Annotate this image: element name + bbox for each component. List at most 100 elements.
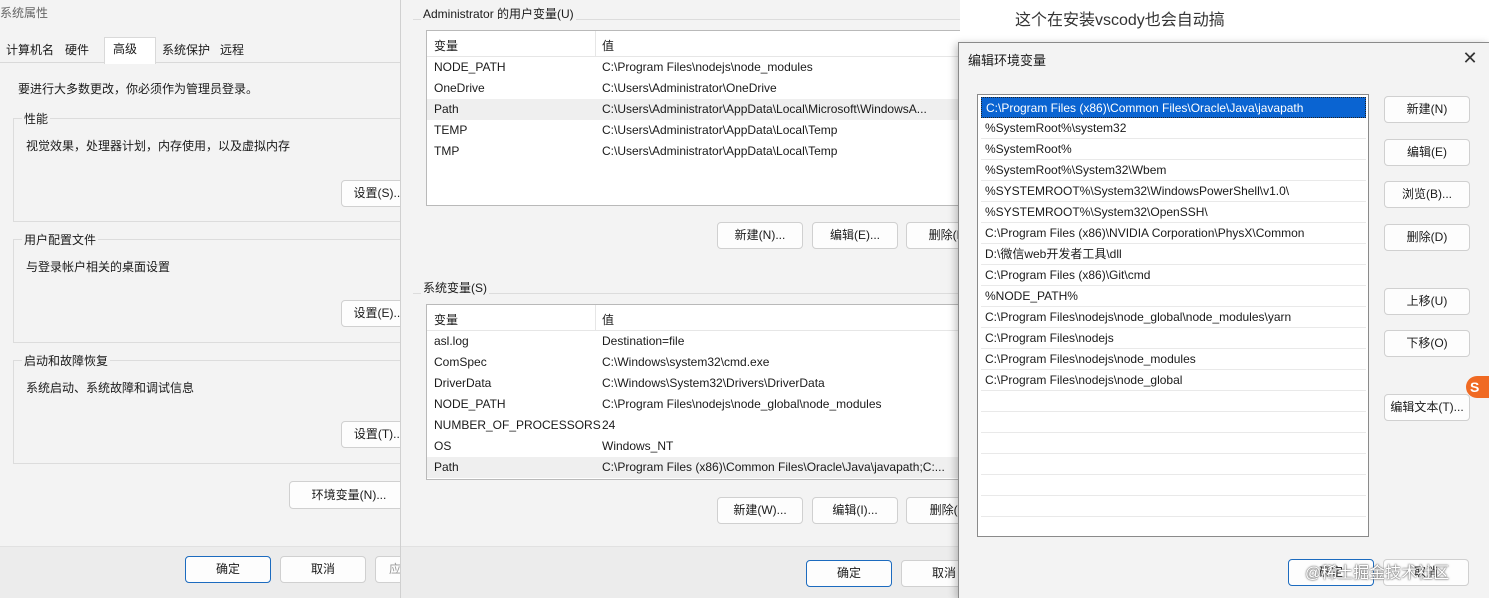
user-profiles-settings-button[interactable]: 设置(E)... bbox=[341, 300, 400, 327]
variable-value: C:\Users\Administrator\OneDrive bbox=[602, 81, 777, 95]
dialog-title: 编辑环境变量 bbox=[968, 53, 1047, 68]
list-item[interactable]: C:\Program Files\nodejs\node_global\node… bbox=[981, 307, 1366, 328]
variable-value: 24 bbox=[602, 418, 616, 432]
window-title: 系统属性 bbox=[0, 6, 49, 20]
table-row[interactable]: ComSpec C:\Windows\system32\cmd.exe bbox=[427, 352, 960, 373]
table-row[interactable]: OneDrive C:\Users\Administrator\OneDrive bbox=[427, 78, 960, 99]
delete-path-button[interactable]: 删除(D) bbox=[1384, 224, 1470, 251]
list-item[interactable]: %SystemRoot% bbox=[981, 139, 1366, 160]
performance-label: 性能 bbox=[22, 110, 51, 127]
variable-name: NODE_PATH bbox=[434, 397, 506, 411]
column-separator bbox=[595, 31, 596, 57]
apply-button[interactable]: 应 bbox=[375, 556, 400, 583]
list-item[interactable]: %NODE_PATH% bbox=[981, 286, 1366, 307]
list-item[interactable]: C:\Program Files\nodejs\node_modules bbox=[981, 349, 1366, 370]
column-variable[interactable]: 变量 bbox=[434, 311, 458, 328]
system-properties-window: 系统属性 计算机名 硬件 高级 系统保护 远程 要进行大多数更改，你必须作为管理… bbox=[0, 0, 400, 598]
variable-value: C:\Users\Administrator\AppData\Local\Mic… bbox=[602, 102, 927, 116]
user-new-button[interactable]: 新建(N)... bbox=[717, 222, 803, 249]
system-edit-button[interactable]: 编辑(I)... bbox=[812, 497, 898, 524]
variable-name: NODE_PATH bbox=[434, 60, 506, 74]
browse-button[interactable]: 浏览(B)... bbox=[1384, 181, 1470, 208]
variable-name: Path bbox=[434, 460, 459, 474]
list-item[interactable]: C:\Program Files\nodejs bbox=[981, 328, 1366, 349]
edit-path-button[interactable]: 编辑(E) bbox=[1384, 139, 1470, 166]
performance-settings-button[interactable]: 设置(S)... bbox=[341, 180, 400, 207]
table-row[interactable]: TEMP C:\Users\Administrator\AppData\Local… bbox=[427, 120, 960, 141]
path-list[interactable]: C:\Program Files (x86)\Common Files\Orac… bbox=[977, 94, 1369, 537]
tab-computer-name[interactable]: 计算机名 bbox=[2, 39, 58, 63]
list-item[interactable]: %SystemRoot%\system32 bbox=[981, 118, 1366, 139]
list-item[interactable]: %SYSTEMROOT%\System32\OpenSSH\ bbox=[981, 202, 1366, 223]
startup-recovery-settings-button[interactable]: 设置(T)... bbox=[341, 421, 400, 448]
startup-recovery-label: 启动和故障恢复 bbox=[22, 352, 111, 369]
column-separator bbox=[595, 305, 596, 331]
variable-name: asl.log bbox=[434, 334, 469, 348]
variable-value: Destination=file bbox=[602, 334, 685, 348]
variable-value: C:\Program Files\nodejs\node_modules bbox=[602, 60, 813, 74]
column-variable[interactable]: 变量 bbox=[434, 37, 458, 54]
system-variables-list[interactable]: 变量 值 asl.log Destination=file ComSpec C:\W… bbox=[426, 304, 960, 480]
startup-recovery-desc: 系统启动、系统故障和调试信息 bbox=[26, 381, 195, 395]
list-item[interactable]: C:\Program Files (x86)\Common Files\Orac… bbox=[981, 97, 1366, 118]
admin-note: 要进行大多数更改，你必须作为管理员登录。 bbox=[18, 82, 259, 96]
variable-name: ComSpec bbox=[434, 355, 487, 369]
table-row[interactable]: asl.log Destination=file bbox=[427, 331, 960, 352]
new-path-button[interactable]: 新建(N) bbox=[1384, 96, 1470, 123]
edit-text-button[interactable]: 编辑文本(T)... bbox=[1384, 394, 1470, 421]
table-row[interactable]: NUMBER_OF_PROCESSORS 24 bbox=[427, 415, 960, 436]
list-item[interactable]: C:\Program Files\nodejs\node_global bbox=[981, 370, 1366, 391]
list-item[interactable]: C:\Program Files (x86)\NVIDIA Corporatio… bbox=[981, 223, 1366, 244]
tab-hardware[interactable]: 硬件 bbox=[61, 39, 93, 63]
user-edit-button[interactable]: 编辑(E)... bbox=[812, 222, 898, 249]
table-row[interactable]: NODE_PATH C:\Program Files\nodejs\node_gl… bbox=[427, 394, 960, 415]
empty-list-row bbox=[981, 391, 1366, 412]
variable-name: Path bbox=[434, 102, 459, 116]
variable-name: TEMP bbox=[434, 123, 468, 137]
table-row[interactable]: OS Windows_NT bbox=[427, 436, 960, 457]
close-icon[interactable]: ✕ bbox=[1457, 45, 1483, 71]
table-row[interactable]: Path C:\Users\Administrator\AppData\Local… bbox=[427, 99, 960, 120]
edit-environment-variable-dialog: 编辑环境变量 ✕ C:\Program Files (x86)\Common F… bbox=[958, 42, 1489, 598]
cancel-button[interactable]: 取消 bbox=[280, 556, 366, 583]
variable-value: C:\Program Files (x86)\Common Files\Orac… bbox=[602, 460, 945, 474]
environment-variables-window: Administrator 的用户变量(U) 变量 值 NODE_PATH C:\… bbox=[400, 0, 960, 598]
startup-recovery-group: 启动和故障恢复 系统启动、系统故障和调试信息 bbox=[13, 352, 400, 464]
list-item[interactable]: %SYSTEMROOT%\System32\WindowsPowerShell\… bbox=[981, 181, 1366, 202]
user-profiles-group: 用户配置文件 与登录帐户相关的桌面设置 bbox=[13, 231, 400, 343]
variable-value: C:\Windows\system32\cmd.exe bbox=[602, 355, 770, 369]
variable-name: OneDrive bbox=[434, 81, 485, 95]
tab-advanced[interactable]: 高级 bbox=[104, 37, 156, 64]
variable-value: C:\Users\Administrator\AppData\Local\Tem… bbox=[602, 123, 838, 137]
environment-variables-button[interactable]: 环境变量(N)... bbox=[289, 481, 400, 509]
ok-button[interactable]: 确定 bbox=[185, 556, 271, 583]
system-new-button[interactable]: 新建(W)... bbox=[717, 497, 803, 524]
column-value[interactable]: 值 bbox=[602, 37, 614, 54]
variable-value: C:\Program Files\nodejs\node_global\node… bbox=[602, 397, 882, 411]
variable-name: TMP bbox=[434, 144, 460, 158]
env-ok-button[interactable]: 确定 bbox=[806, 560, 892, 587]
list-item[interactable]: D:\微信web开发者工具\dll bbox=[981, 244, 1366, 265]
move-down-button[interactable]: 下移(O) bbox=[1384, 330, 1470, 357]
env-cancel-button[interactable]: 取消 bbox=[901, 560, 960, 587]
list-header: 变量 值 bbox=[427, 305, 960, 331]
system-delete-button[interactable]: 删除(L) bbox=[906, 497, 960, 524]
system-variables-label: 系统变量(S) bbox=[421, 279, 489, 296]
table-row[interactable]: NODE_PATH C:\Program Files\nodejs\node_mo… bbox=[427, 57, 960, 78]
move-up-button[interactable]: 上移(U) bbox=[1384, 288, 1470, 315]
table-row[interactable]: TMP C:\Users\Administrator\AppData\Local\… bbox=[427, 141, 960, 162]
tab-system-protection[interactable]: 系统保护 bbox=[158, 39, 214, 63]
list-item[interactable]: %SystemRoot%\System32\Wbem bbox=[981, 160, 1366, 181]
list-item[interactable]: C:\Program Files (x86)\Git\cmd bbox=[981, 265, 1366, 286]
empty-list-row bbox=[981, 475, 1366, 496]
table-row[interactable]: Path C:\Program Files (x86)\Common Files\… bbox=[427, 457, 960, 478]
user-profiles-desc: 与登录帐户相关的桌面设置 bbox=[26, 260, 171, 274]
tab-remote[interactable]: 远程 bbox=[216, 39, 248, 63]
background-article-text: 这个在安装vscody也会自动搞 bbox=[1015, 12, 1225, 29]
user-delete-button[interactable]: 删除(D) bbox=[906, 222, 960, 249]
watermark: @稀土掘金技术社区 bbox=[1305, 565, 1450, 582]
user-profiles-label: 用户配置文件 bbox=[22, 231, 99, 248]
table-row[interactable]: DriverData C:\Windows\System32\Drivers\Dr… bbox=[427, 373, 960, 394]
column-value[interactable]: 值 bbox=[602, 311, 614, 328]
user-variables-list[interactable]: 变量 值 NODE_PATH C:\Program Files\nodejs\no… bbox=[426, 30, 960, 206]
